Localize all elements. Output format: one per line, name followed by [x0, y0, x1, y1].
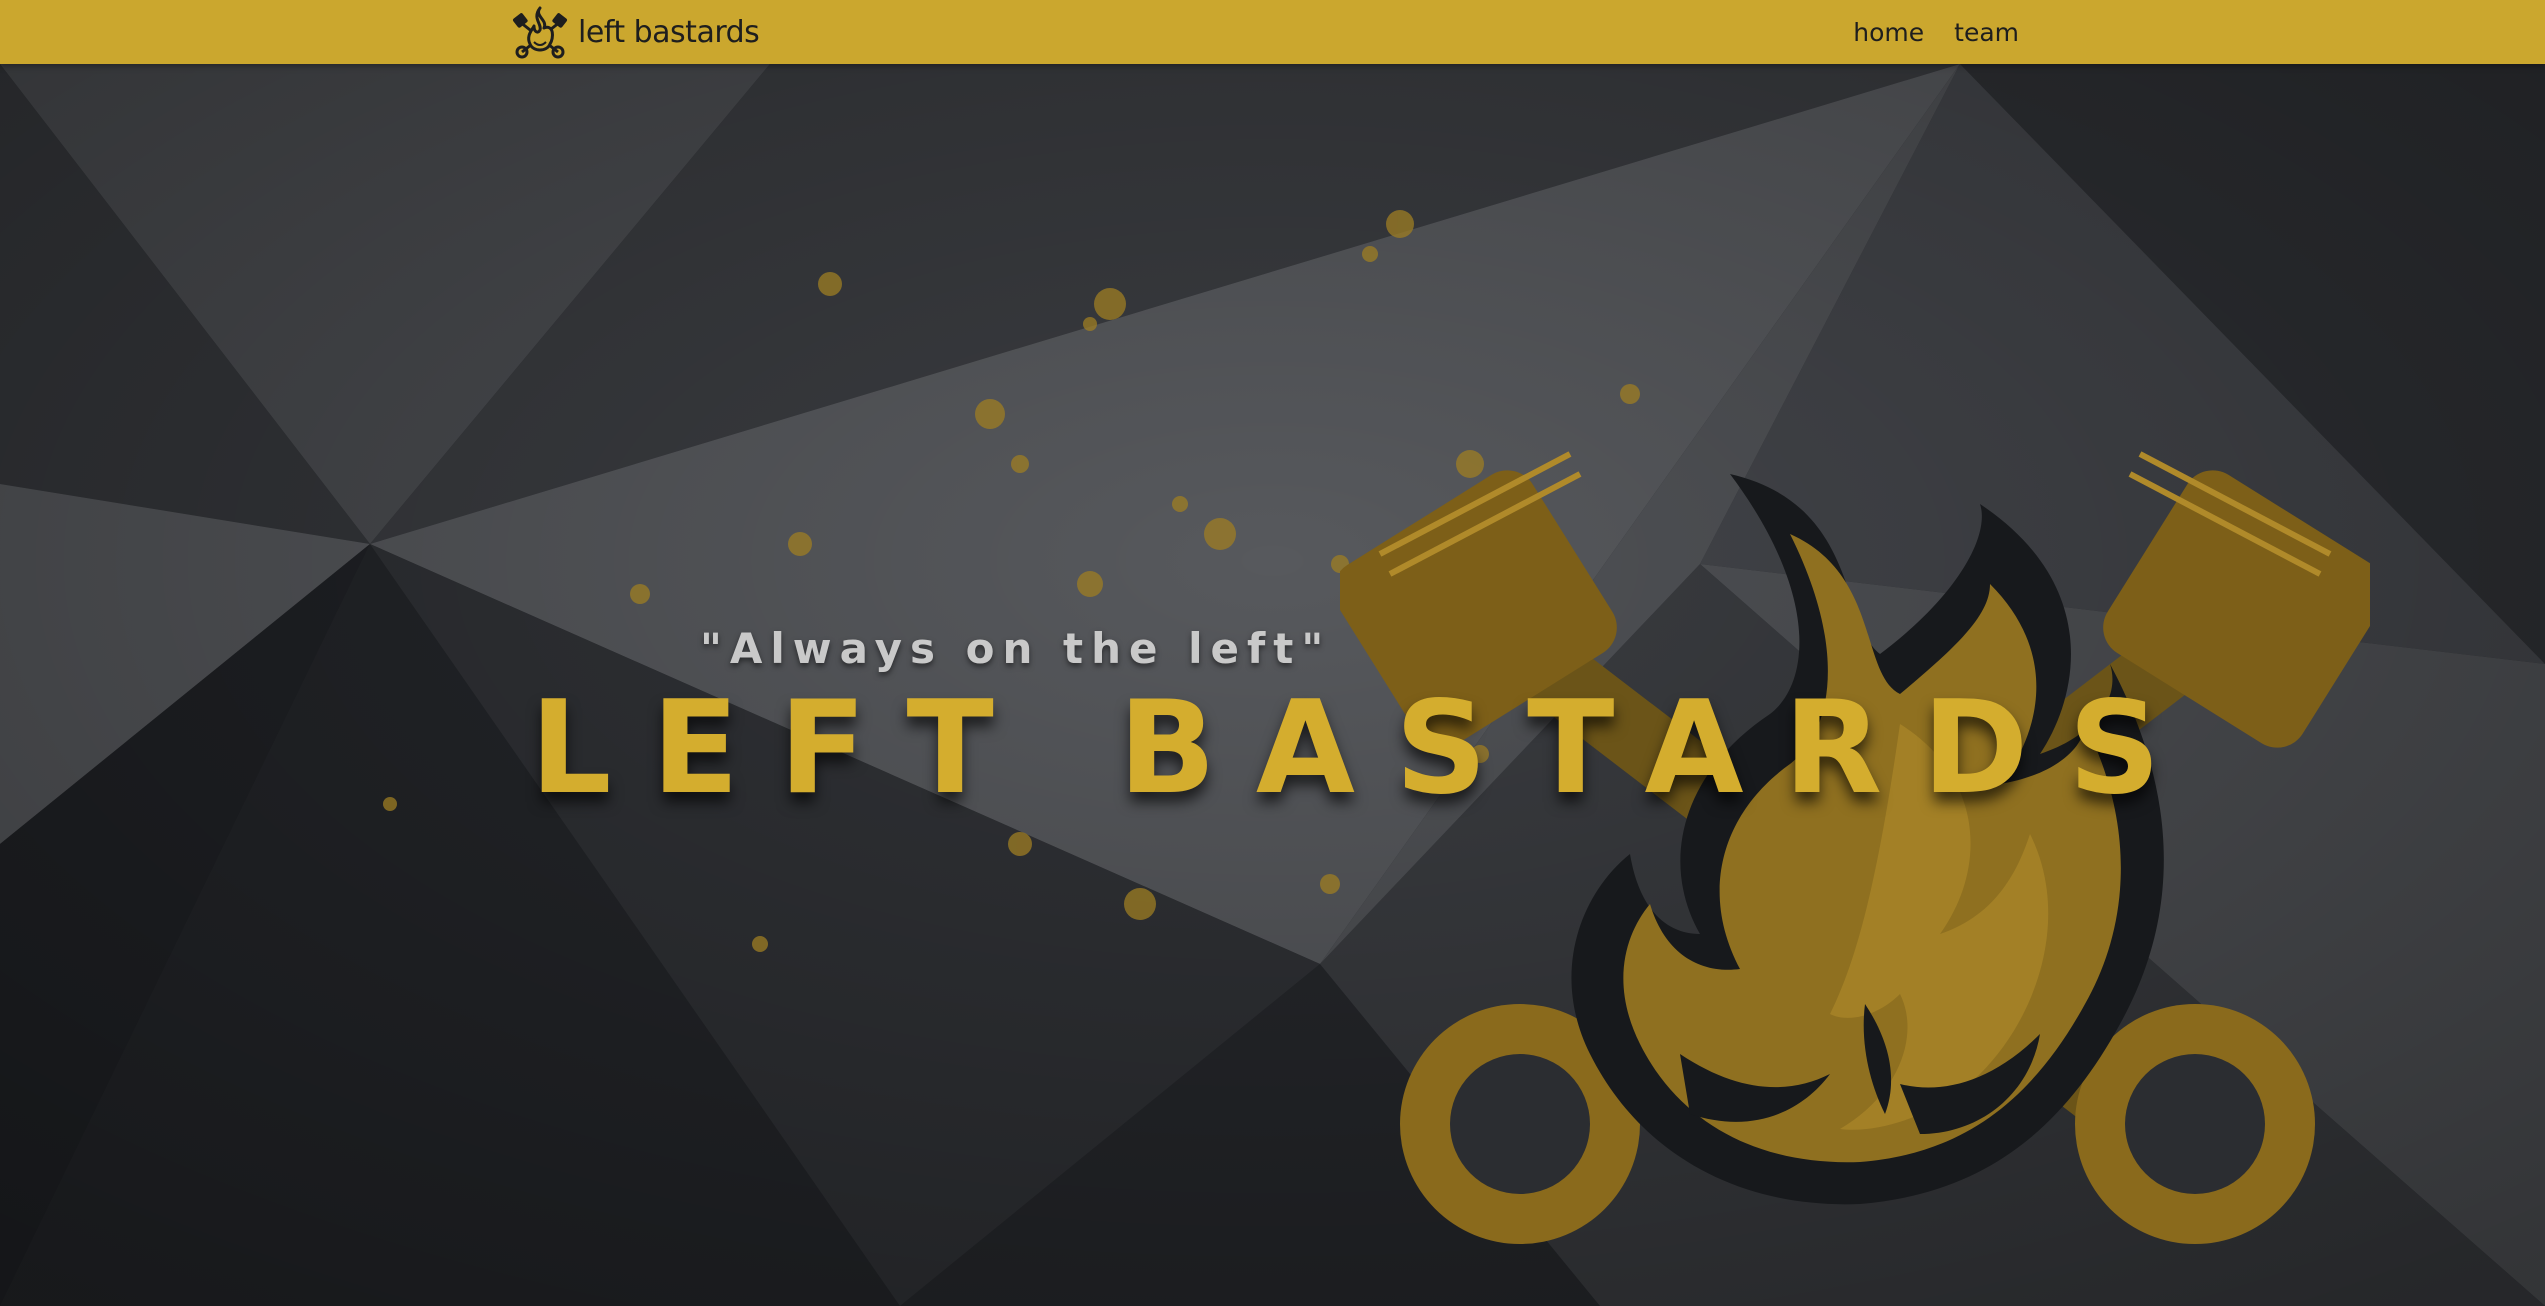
- hero-section: "Always on the left" LEFT BASTARDS: [0, 64, 2545, 1306]
- hero-title: LEFT BASTARDS: [530, 674, 2201, 823]
- page: left bastards home team "Always on the l…: [0, 0, 2545, 1306]
- main-nav: home team: [1853, 0, 2019, 64]
- flame-pistons-logo-icon: [513, 6, 567, 59]
- nav-link-home[interactable]: home: [1853, 18, 1924, 47]
- brand-home-link[interactable]: left bastards: [510, 0, 760, 64]
- brand-name: left bastards: [578, 14, 760, 50]
- flame-crossed-pistons-emblem-icon: [1340, 451, 2370, 1244]
- top-navbar: left bastards home team: [0, 0, 2545, 64]
- nav-link-team[interactable]: team: [1954, 18, 2019, 47]
- hero-tagline: "Always on the left": [700, 624, 1332, 673]
